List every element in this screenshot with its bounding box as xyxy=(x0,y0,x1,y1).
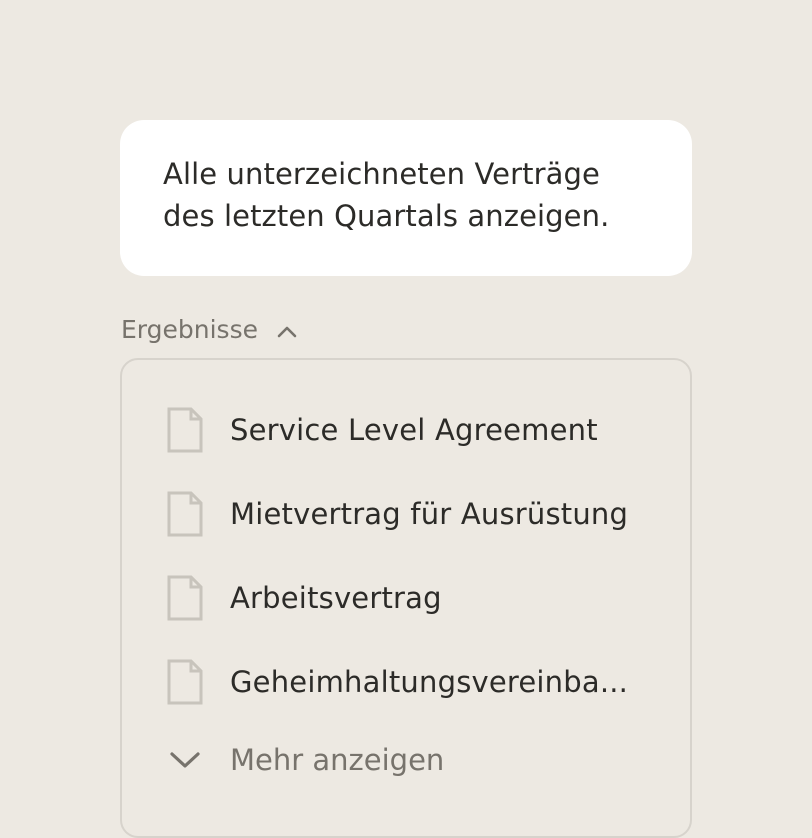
results-label: Ergebnisse xyxy=(121,314,258,344)
result-item-service-level-agreement[interactable]: Service Level Agreement xyxy=(166,406,598,454)
result-item-mietvertrag[interactable]: Mietvertrag für Ausrüstung xyxy=(166,490,628,538)
results-toggle[interactable]: Ergebnisse xyxy=(121,309,298,349)
result-title: Service Level Agreement xyxy=(230,413,598,447)
show-more-button[interactable]: Mehr anzeigen xyxy=(166,736,444,784)
document-icon xyxy=(167,659,203,705)
chevron-down-icon xyxy=(170,752,200,768)
result-title: Geheimhaltungsvereinba... xyxy=(230,665,629,699)
prompt-bubble: Alle unterzeichneten Verträge des letzte… xyxy=(120,120,692,276)
results-list: Service Level Agreement Mietvertrag für … xyxy=(120,358,692,838)
document-icon xyxy=(167,407,203,453)
prompt-line-1: Alle unterzeichneten Verträge xyxy=(163,157,600,191)
result-item-geheimhaltungsvereinbarung[interactable]: Geheimhaltungsvereinba... xyxy=(166,658,628,706)
result-item-arbeitsvertrag[interactable]: Arbeitsvertrag xyxy=(166,574,442,622)
show-more-label: Mehr anzeigen xyxy=(230,743,445,777)
chevron-up-icon xyxy=(277,326,297,338)
prompt-line-2: des letzten Quartals anzeigen. xyxy=(163,199,610,233)
document-icon xyxy=(167,575,203,621)
result-title: Mietvertrag für Ausrüstung xyxy=(230,497,629,531)
result-title: Arbeitsvertrag xyxy=(230,581,442,615)
document-icon xyxy=(167,491,203,537)
